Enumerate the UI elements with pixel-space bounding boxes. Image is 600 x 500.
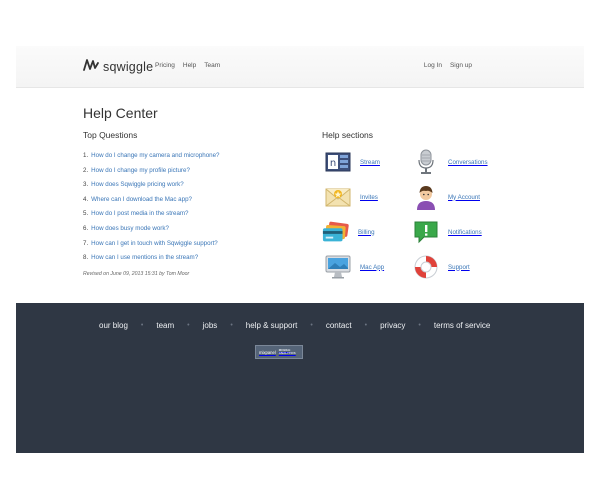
logo[interactable]: sqwiggle bbox=[83, 58, 153, 76]
footer-link-help-support[interactable]: help & support bbox=[246, 321, 298, 330]
nav-pricing[interactable]: Pricing bbox=[155, 62, 175, 69]
separator-dot-icon: • bbox=[230, 322, 233, 329]
auth-nav: Log In Sign up bbox=[424, 62, 472, 69]
logo-text: sqwiggle bbox=[103, 60, 154, 74]
separator-dot-icon: • bbox=[310, 322, 313, 329]
question-link[interactable]: How do I change my profile picture? bbox=[91, 167, 190, 174]
badge-tagline-line: ANALYTICS bbox=[278, 351, 296, 355]
revision-note: Revised on June 09, 2013 15:31 by Tom Mo… bbox=[83, 271, 190, 277]
top-questions-title: Top Questions bbox=[83, 130, 138, 140]
list-item: 3. How does Sqwiggle pricing work? bbox=[83, 181, 219, 196]
section-invites[interactable]: Invites bbox=[324, 184, 378, 210]
page-title: Help Center bbox=[83, 105, 158, 121]
list-item: 4. Where can I download the Mac app? bbox=[83, 196, 219, 211]
question-link[interactable]: How do I change my camera and microphone… bbox=[91, 152, 219, 159]
separator-dot-icon: • bbox=[187, 322, 190, 329]
login-link[interactable]: Log In bbox=[424, 62, 442, 69]
nav-team[interactable]: Team bbox=[204, 62, 220, 69]
speech-bubble-icon bbox=[412, 219, 440, 245]
imac-icon bbox=[324, 254, 352, 280]
question-number: 7. bbox=[83, 239, 89, 247]
signup-link[interactable]: Sign up bbox=[450, 62, 472, 69]
question-number: 6. bbox=[83, 224, 89, 232]
question-link[interactable]: How can I get in touch with Sqwiggle sup… bbox=[91, 240, 218, 247]
site-header: sqwiggle Pricing Help Team Log In Sign u… bbox=[16, 46, 584, 88]
question-link[interactable]: Where can I download the Mac app? bbox=[91, 196, 192, 203]
section-support[interactable]: Support bbox=[412, 254, 470, 280]
list-item: 6. How does busy mode work? bbox=[83, 225, 219, 240]
footer-link-contact[interactable]: contact bbox=[326, 321, 352, 330]
footer-link-blog[interactable]: our blog bbox=[99, 321, 128, 330]
section-conversations[interactable]: Conversations bbox=[412, 149, 488, 175]
section-stream[interactable]: n Stream bbox=[324, 149, 380, 175]
list-item: 5. How do I post media in the stream? bbox=[83, 210, 219, 225]
svg-text:n: n bbox=[330, 158, 336, 169]
question-number: 8. bbox=[83, 254, 89, 262]
list-item: 7. How can I get in touch with Sqwiggle s… bbox=[83, 240, 219, 255]
list-item: 8. How can I use mentions in the stream? bbox=[83, 254, 219, 269]
section-label: Mac App bbox=[360, 263, 385, 271]
question-number: 4. bbox=[83, 195, 89, 203]
lifebuoy-icon bbox=[412, 254, 440, 280]
badge-tagline: MOBILE ANALYTICS bbox=[278, 348, 296, 356]
footer-link-terms[interactable]: terms of service bbox=[434, 321, 490, 330]
section-my-account[interactable]: My Account bbox=[412, 184, 480, 210]
section-label: Stream bbox=[360, 158, 380, 166]
microphone-icon bbox=[412, 149, 440, 175]
top-questions-list: 1. How do I change my camera and micropho… bbox=[83, 152, 219, 269]
help-center-main: Help Center Top Questions Help sections … bbox=[16, 88, 584, 303]
section-mac-app[interactable]: Mac App bbox=[324, 254, 384, 280]
section-label: Billing bbox=[358, 228, 375, 236]
user-icon bbox=[412, 184, 440, 210]
question-number: 2. bbox=[83, 166, 89, 174]
footer-links: our blog • team • jobs • help & support … bbox=[99, 321, 490, 330]
main-nav: Pricing Help Team bbox=[155, 62, 220, 69]
section-notifications[interactable]: Notifications bbox=[412, 219, 482, 245]
separator-dot-icon: • bbox=[140, 322, 144, 329]
question-number: 3. bbox=[83, 181, 89, 189]
section-label: My Account bbox=[448, 193, 480, 201]
sqwiggle-logo-icon bbox=[83, 58, 100, 76]
nav-help[interactable]: Help bbox=[183, 62, 196, 69]
section-label: Support bbox=[448, 263, 470, 271]
question-link[interactable]: How can I use mentions in the stream? bbox=[91, 254, 198, 261]
footer-link-privacy[interactable]: privacy bbox=[380, 321, 405, 330]
question-link[interactable]: How do I post media in the stream? bbox=[91, 210, 188, 217]
separator-dot-icon: • bbox=[364, 322, 368, 329]
stream-icon: n bbox=[324, 149, 352, 175]
section-billing[interactable]: Billing bbox=[322, 219, 375, 245]
envelope-icon bbox=[324, 184, 352, 210]
separator-dot-icon: • bbox=[418, 322, 421, 329]
badge-brand: mixpanel bbox=[259, 349, 276, 355]
page-frame: sqwiggle Pricing Help Team Log In Sign u… bbox=[16, 46, 584, 453]
question-number: 1. bbox=[83, 152, 89, 159]
question-link[interactable]: How does Sqwiggle pricing work? bbox=[91, 181, 184, 188]
site-footer: our blog • team • jobs • help & support … bbox=[16, 303, 584, 453]
question-number: 5. bbox=[83, 210, 89, 218]
footer-link-team[interactable]: team bbox=[156, 321, 174, 330]
mixpanel-badge[interactable]: mixpanel MOBILE ANALYTICS bbox=[255, 345, 303, 359]
section-label: Notifications bbox=[448, 228, 482, 236]
question-link[interactable]: How does busy mode work? bbox=[91, 225, 169, 232]
list-item: 1. How do I change my camera and micropho… bbox=[83, 152, 219, 167]
footer-link-jobs[interactable]: jobs bbox=[203, 321, 218, 330]
credit-cards-icon bbox=[322, 219, 350, 245]
list-item: 2. How do I change my profile picture? bbox=[83, 167, 219, 182]
help-sections-title: Help sections bbox=[322, 130, 374, 140]
section-label: Conversations bbox=[448, 158, 488, 166]
section-label: Invites bbox=[360, 193, 378, 201]
